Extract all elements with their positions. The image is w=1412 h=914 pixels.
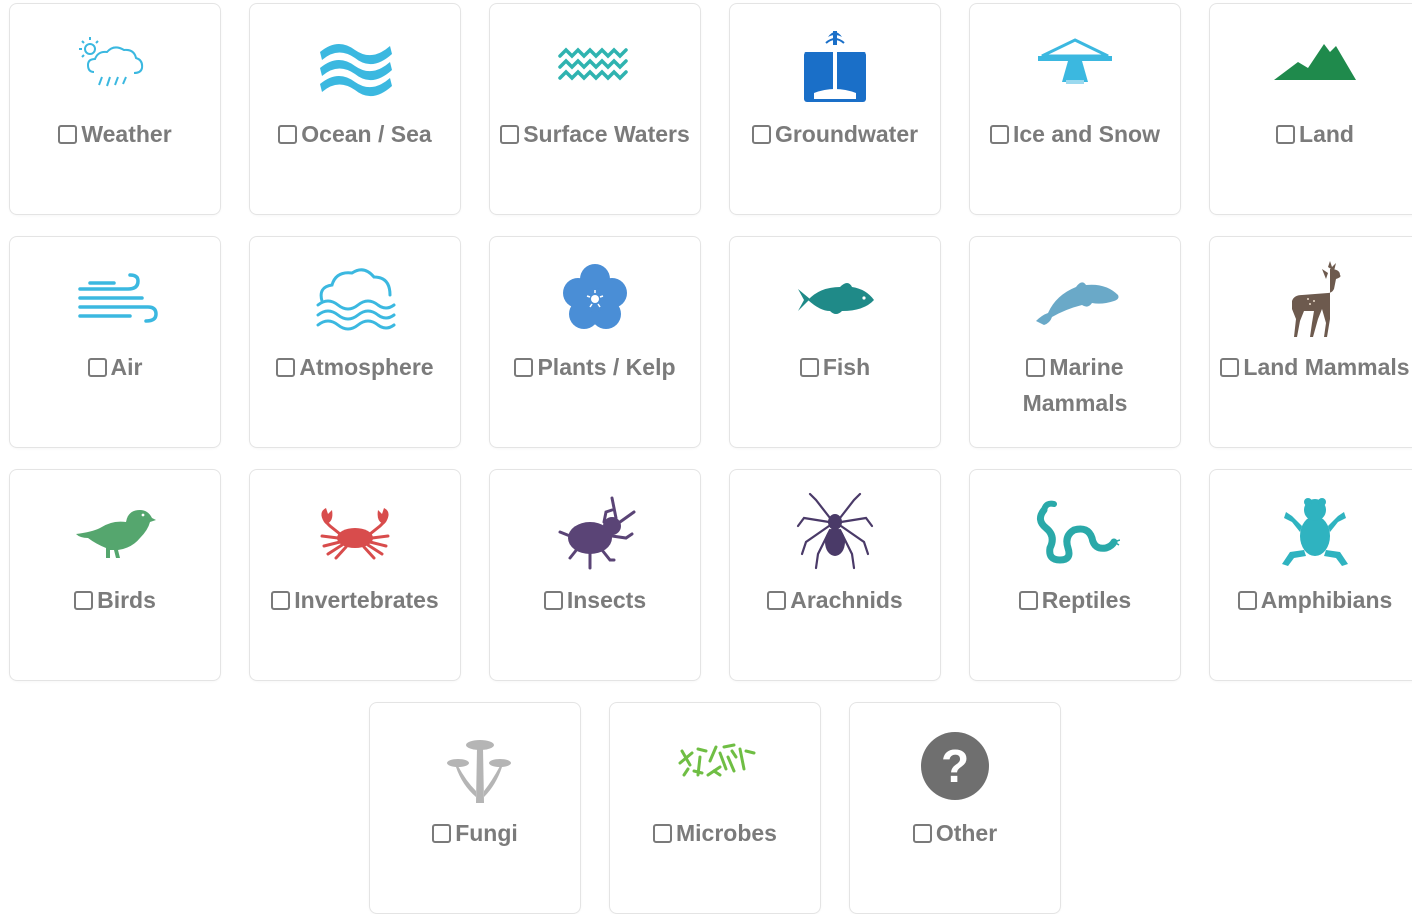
crab-icon	[250, 498, 460, 568]
category-card-fungi[interactable]: Fungi	[369, 702, 581, 914]
category-card-plants-kelp[interactable]: Plants / Kelp	[489, 236, 701, 448]
category-checkbox[interactable]	[271, 591, 291, 610]
category-checkbox[interactable]	[767, 591, 787, 610]
category-card-other[interactable]: ? Other	[849, 702, 1061, 914]
category-label: Weather	[81, 121, 172, 147]
microbes-icon	[610, 731, 820, 801]
category-checkbox[interactable]	[990, 125, 1009, 144]
category-card-atmosphere[interactable]: Atmosphere	[249, 236, 461, 448]
category-label: Land	[1299, 121, 1354, 147]
category-label: Surface Waters	[523, 121, 690, 147]
category-checkbox[interactable]	[58, 125, 78, 144]
dolphin-icon	[970, 265, 1180, 335]
category-card-land-mammals[interactable]: Land Mammals	[1209, 236, 1412, 448]
category-checkbox[interactable]	[276, 358, 296, 377]
category-checkbox[interactable]	[751, 125, 771, 144]
category-card-ice-and-snow[interactable]: Ice and Snow	[969, 3, 1181, 215]
groundwater-icon	[730, 31, 940, 102]
category-checkbox[interactable]	[74, 591, 94, 610]
category-label: Atmosphere	[299, 354, 434, 380]
flower-icon	[490, 264, 700, 335]
category-card-marine-mammals[interactable]: Marine Mammals	[969, 236, 1181, 448]
category-label: Amphibians	[1260, 587, 1393, 613]
category-label: Birds	[97, 587, 156, 613]
category-label: Other	[935, 820, 998, 846]
category-checkbox[interactable]	[912, 824, 932, 843]
category-checkbox[interactable]	[87, 358, 107, 377]
category-checkbox[interactable]	[1018, 591, 1038, 610]
ice-snow-icon	[970, 32, 1180, 102]
category-label: Fungi	[455, 820, 518, 846]
category-card-invertebrates[interactable]: Invertebrates	[249, 469, 461, 681]
category-checkbox[interactable]	[653, 824, 672, 843]
category-card-arachnids[interactable]: Arachnids	[729, 469, 941, 681]
category-checkbox[interactable]	[432, 824, 452, 843]
category-label: Air	[110, 354, 143, 380]
snake-icon	[970, 498, 1180, 568]
surface-water-icon	[490, 32, 700, 102]
category-card-insects[interactable]: Insects	[489, 469, 701, 681]
category-card-amphibians[interactable]: Amphibians	[1209, 469, 1412, 681]
ocean-wave-icon	[250, 32, 460, 102]
category-card-reptiles[interactable]: Reptiles	[969, 469, 1181, 681]
category-label: Land Mammals	[1243, 354, 1410, 380]
category-label: Insects	[566, 587, 647, 613]
category-checkbox[interactable]	[543, 591, 563, 610]
category-card-air[interactable]: Air	[9, 236, 221, 448]
weather-icon	[10, 32, 220, 102]
category-label: Ocean / Sea	[301, 121, 432, 147]
cloud-waves-icon	[250, 265, 460, 335]
category-checkbox[interactable]	[1237, 591, 1257, 610]
category-checkbox[interactable]	[278, 125, 298, 144]
category-card-groundwater[interactable]: Groundwater	[729, 3, 941, 215]
frog-icon	[1210, 492, 1412, 572]
category-label: Arachnids	[790, 587, 903, 613]
category-label: Microbes	[676, 820, 777, 846]
category-card-weather[interactable]: Weather	[9, 3, 221, 215]
category-checkbox[interactable]	[1026, 358, 1046, 377]
category-checkbox[interactable]	[1276, 125, 1296, 144]
deer-icon	[1210, 259, 1412, 343]
category-checkbox[interactable]	[514, 358, 534, 377]
mushroom-icon	[370, 733, 580, 809]
category-card-microbes[interactable]: Microbes	[609, 702, 821, 914]
category-label: Reptiles	[1041, 587, 1132, 613]
category-checkbox[interactable]	[799, 358, 819, 377]
bird-icon	[10, 498, 220, 568]
category-label: Invertebrates	[294, 587, 439, 613]
beetle-icon	[490, 492, 700, 572]
category-checkbox[interactable]	[1220, 358, 1240, 377]
fish-icon	[730, 265, 940, 335]
category-card-birds[interactable]: Birds	[9, 469, 221, 681]
category-card-ocean-sea[interactable]: Ocean / Sea	[249, 3, 461, 215]
spider-icon	[730, 492, 940, 572]
category-label: Plants / Kelp	[537, 354, 676, 380]
category-card-surface-waters[interactable]: Surface Waters	[489, 3, 701, 215]
category-label: Fish	[822, 354, 871, 380]
category-card-fish[interactable]: Fish	[729, 236, 941, 448]
wind-icon	[10, 265, 220, 335]
mountain-icon	[1210, 32, 1412, 102]
category-checkbox[interactable]	[500, 125, 520, 144]
category-label: Ice and Snow	[1013, 121, 1160, 147]
category-label: Groundwater	[774, 121, 919, 147]
question-mark-icon: ?	[850, 731, 1060, 801]
category-card-land[interactable]: Land	[1209, 3, 1412, 215]
svg-text:?: ?	[941, 740, 969, 792]
